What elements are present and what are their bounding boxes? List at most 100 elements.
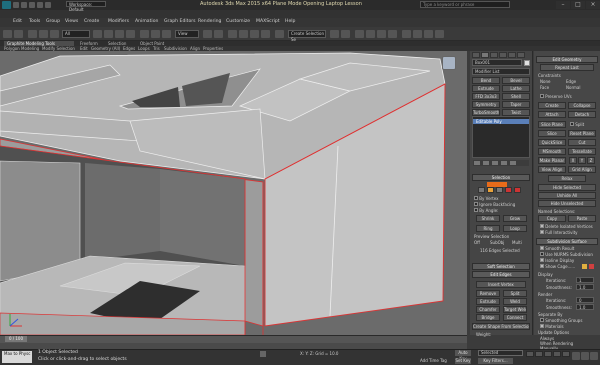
app-logo-icon[interactable]	[2, 1, 11, 9]
tessellate-button[interactable]: Tessellate	[568, 148, 596, 155]
pin-stack-icon[interactable]	[474, 161, 480, 165]
smooth-result-option[interactable]: Smooth Result	[540, 246, 574, 251]
layer-manager-icon[interactable]	[355, 30, 364, 38]
snaps-toggle-icon[interactable]	[228, 30, 237, 38]
display-iterations-field[interactable]: 1	[576, 277, 594, 283]
minimize-button[interactable]: –	[556, 1, 570, 9]
view-align-button[interactable]: View Align	[538, 166, 566, 173]
planar-y-button[interactable]: Y	[578, 157, 586, 164]
slice-plane-button[interactable]: Slice Plane	[538, 121, 566, 128]
new-file-icon[interactable]	[13, 2, 19, 8]
split-edge-button[interactable]: Split	[503, 290, 527, 297]
paste-button[interactable]: Paste	[568, 215, 596, 222]
grow-button[interactable]: Grow	[503, 215, 527, 222]
named-selection-set-select[interactable]: Create Selection Se	[288, 30, 326, 42]
full-interactivity-checkbox[interactable]	[540, 230, 544, 234]
undo-icon[interactable]	[37, 2, 43, 8]
menu-item-graph-editors[interactable]: Graph Editors	[164, 19, 196, 24]
smooth-result-checkbox[interactable]	[540, 246, 544, 250]
modifier-list-select[interactable]: Modifier List	[472, 68, 530, 75]
constraint-normal-radio[interactable]: Normal	[566, 85, 580, 90]
previous-frame-icon[interactable]	[535, 351, 543, 357]
next-frame-icon[interactable]	[553, 351, 561, 357]
isoline-display-checkbox[interactable]	[540, 258, 544, 262]
materials-checkbox[interactable]	[540, 324, 544, 328]
make-unique-icon[interactable]	[492, 161, 498, 165]
go-to-end-icon[interactable]	[562, 351, 570, 357]
time-slider[interactable]: 0 / 100	[5, 336, 27, 342]
materials-option[interactable]: Materials	[540, 324, 564, 329]
rotate-icon[interactable]	[151, 30, 160, 38]
unhide-all-button[interactable]: Unhide All	[538, 192, 596, 199]
msmooth-button[interactable]: MSmooth	[538, 148, 566, 155]
unlink-icon[interactable]	[39, 30, 48, 38]
render-iterations-field[interactable]: 0	[576, 297, 594, 303]
move-icon[interactable]	[140, 30, 149, 38]
selection-filter-select[interactable]: All	[62, 30, 90, 38]
display-smoothness-field[interactable]: 1.0	[576, 284, 594, 290]
cage-color-swatch[interactable]	[582, 264, 587, 269]
redo-toolbar-icon[interactable]	[14, 30, 23, 38]
constraint-face-radio[interactable]: Face	[540, 85, 549, 90]
menu-item-maxscript[interactable]: MAXScript	[256, 19, 280, 24]
remove-button[interactable]: Remove	[476, 290, 500, 297]
edge-mode-icon[interactable]	[487, 187, 494, 193]
spinner-snap-icon[interactable]	[261, 30, 270, 38]
preserve-uvs-checkbox[interactable]	[540, 94, 544, 98]
show-cage-option[interactable]: Show Cage......	[540, 264, 575, 269]
select-by-name-icon[interactable]	[104, 30, 113, 38]
pan-icon[interactable]	[581, 352, 589, 360]
create-button[interactable]: Create	[538, 102, 566, 109]
extrude-modifier-button[interactable]: Extrude	[472, 85, 500, 92]
chamfer-button[interactable]: Chamfer	[476, 306, 500, 313]
delete-isolated-checkbox[interactable]	[540, 224, 544, 228]
workspace-select[interactable]: Workspace: Default	[66, 1, 106, 12]
quickslice-button[interactable]: QuickSlice	[538, 139, 566, 146]
shell-button[interactable]: Shell	[502, 93, 530, 100]
show-end-result-icon[interactable]	[483, 161, 489, 165]
soft-selection-rollout[interactable]: Soft Selection	[472, 263, 530, 270]
menu-item-help[interactable]: Help	[285, 19, 295, 24]
reset-plane-button[interactable]: Reset Plane	[568, 130, 596, 137]
relax-button[interactable]: Relax	[548, 175, 586, 182]
maximize-viewport-icon[interactable]	[590, 352, 598, 360]
lock-selection-icon[interactable]	[260, 351, 266, 357]
vertex-mode-icon[interactable]	[478, 187, 485, 193]
by-vertex-checkbox[interactable]	[474, 196, 478, 200]
menu-item-animation[interactable]: Animation	[135, 19, 158, 24]
scale-icon[interactable]	[162, 30, 171, 38]
render-setup-icon[interactable]	[413, 30, 422, 38]
subdivision-surface-rollout[interactable]: Subdivision Surface	[536, 238, 598, 245]
repeat-last-button[interactable]: Repeat Last	[540, 64, 594, 71]
key-mode-select[interactable]: Selected	[478, 350, 523, 356]
add-time-tag-button[interactable]: Add Time Tag	[420, 358, 447, 363]
ignore-backfacing-option[interactable]: Ignore Backfacing	[474, 202, 515, 207]
render-smoothness-field[interactable]: 1.0	[576, 304, 594, 310]
play-icon[interactable]	[544, 351, 552, 357]
bend-button[interactable]: Bend	[472, 77, 500, 84]
edit-geometry-rollout[interactable]: Edit Geometry	[536, 56, 598, 63]
remove-modifier-icon[interactable]	[501, 161, 507, 165]
split-option[interactable]: Split	[570, 122, 584, 127]
symmetry-button[interactable]: Symmetry	[472, 101, 500, 108]
hide-unselected-button[interactable]: Hide Unselected	[538, 200, 596, 207]
grid-align-button[interactable]: Grid Align	[568, 166, 596, 173]
use-nurms-checkbox[interactable]	[540, 252, 544, 256]
link-icon[interactable]	[28, 30, 37, 38]
reference-coordinate-select[interactable]: View	[175, 30, 199, 38]
create-tab-icon[interactable]	[472, 52, 480, 58]
collapse-button[interactable]: Collapse	[568, 102, 596, 109]
set-key-button[interactable]: Set Key	[455, 358, 471, 364]
percent-snap-icon[interactable]	[250, 30, 259, 38]
utilities-tab-icon[interactable]	[517, 52, 525, 58]
display-tab-icon[interactable]	[508, 52, 516, 58]
preview-off-radio[interactable]: Off	[474, 240, 480, 245]
rectangular-selection-icon[interactable]	[115, 30, 124, 38]
bridge-button[interactable]: Bridge	[476, 314, 500, 321]
close-button[interactable]: ×	[586, 1, 600, 9]
planar-x-button[interactable]: X	[569, 157, 577, 164]
copy-button[interactable]: Copy	[538, 215, 566, 222]
maxscript-listener[interactable]: Max to Physc	[2, 351, 32, 363]
slice-button[interactable]: Slice	[538, 130, 566, 137]
bevel-button[interactable]: Bevel	[502, 77, 530, 84]
